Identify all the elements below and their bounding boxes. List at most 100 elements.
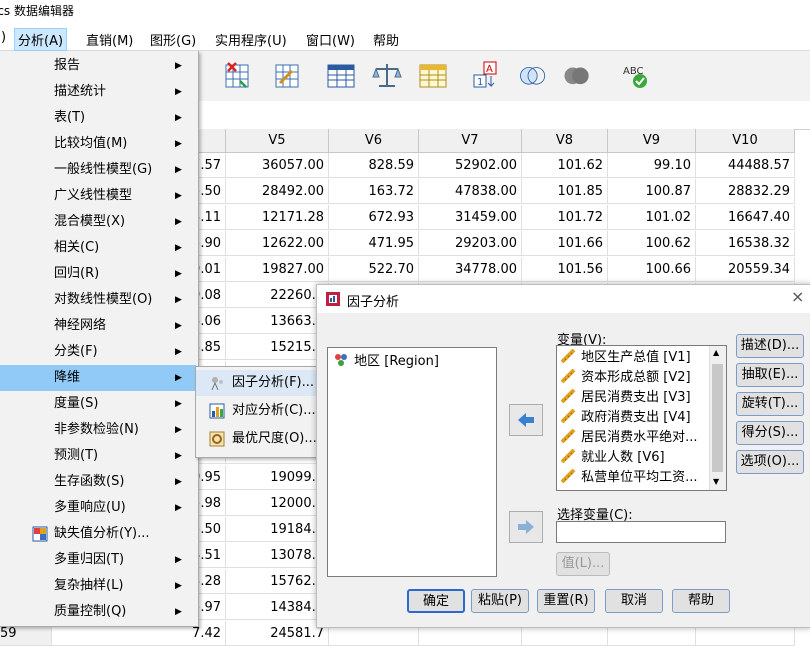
table-cell[interactable]: 19184.0 (226, 517, 329, 542)
table-cell[interactable]: 101.66 (522, 231, 608, 256)
analyze-menu-item[interactable]: 混合模型(X) ▶ (0, 209, 196, 235)
side-button[interactable]: 选项(O)... (736, 450, 804, 474)
split-file-icon[interactable] (418, 59, 448, 91)
analyze-menu-item[interactable]: 描述统计 ▶ (0, 79, 196, 105)
analyze-menu-item[interactable]: 表(T) ▶ (0, 105, 196, 131)
table-cell[interactable]: 14384.0 (226, 595, 329, 620)
column-header[interactable]: V6 (329, 129, 419, 153)
close-icon[interactable]: × (791, 287, 804, 306)
analyze-menu-item[interactable]: 预测(T) ▶ (0, 443, 196, 469)
analyze-menu-item[interactable]: 相关(C) ▶ (0, 235, 196, 261)
analysis-variable-item[interactable]: 地区生产总值 [V1] (560, 348, 691, 368)
table-cell[interactable]: 12171.28 (226, 205, 329, 230)
scroll-down-icon[interactable]: ▼ (713, 477, 719, 486)
table-cell[interactable]: 15215.0 (226, 335, 329, 360)
table-cell[interactable]: 16538.32 (696, 231, 795, 256)
analysis-variable-item[interactable]: 居民消费水平绝对... (560, 428, 698, 448)
analyze-menu-item[interactable]: 多重响应(U) ▶ (0, 495, 196, 521)
analysis-variable-item[interactable]: 居民消费支出 [V3] (560, 388, 691, 408)
analysis-variable-item[interactable]: 政府消费支出 [V4] (560, 408, 691, 428)
table-cell[interactable]: 36057.00 (226, 153, 329, 178)
analyze-menu-item[interactable]: 复杂抽样(L) ▶ (0, 573, 196, 599)
analyze-menu-item[interactable]: 分类(F) ▶ (0, 339, 196, 365)
table-cell[interactable]: 13663.0 (226, 309, 329, 334)
sort-variables-icon[interactable]: A 1 (470, 59, 500, 91)
table-cell[interactable]: 16647.40 (696, 205, 795, 230)
analyze-menu-item[interactable]: 降维 ▶ (0, 365, 196, 391)
table-cell[interactable]: 44488.57 (696, 153, 795, 178)
table-cell[interactable]: 13078.0 (226, 543, 329, 568)
analyze-menu-item[interactable]: 比较均值(M) ▶ (0, 131, 196, 157)
column-header[interactable]: V10 (696, 129, 795, 153)
menu-6[interactable]: 帮助 (370, 29, 402, 50)
menu-1[interactable]: 分析(A) (14, 28, 68, 51)
column-header[interactable]: V8 (522, 129, 608, 153)
select-cases-icon[interactable] (222, 59, 252, 91)
analyze-menu-item[interactable]: 缺失值分析(Y)... (0, 521, 196, 547)
selection-variable-field[interactable] (556, 521, 726, 543)
analyze-menu-item[interactable]: 质量控制(Q) ▶ (0, 599, 196, 625)
table-cell[interactable]: 15762.0 (226, 569, 329, 594)
table-cell[interactable]: 34778.00 (419, 257, 522, 282)
table-cell[interactable]: 52902.00 (419, 153, 522, 178)
venn-icon[interactable] (518, 59, 548, 91)
analyze-menu-item[interactable]: 多重归因(T) ▶ (0, 547, 196, 573)
analyze-menu-item[interactable]: 对数线性模型(O) ▶ (0, 287, 196, 313)
use-sets-icon[interactable] (562, 59, 592, 91)
table-cell[interactable]: 12000.0 (226, 491, 329, 516)
scale-icon[interactable] (372, 59, 402, 91)
table-cell[interactable]: 101.62 (522, 153, 608, 178)
column-header[interactable]: V7 (419, 129, 522, 153)
table-cell[interactable]: 28832.29 (696, 179, 795, 204)
analyze-menu-item[interactable]: 生存函数(S) ▶ (0, 469, 196, 495)
analysis-variable-item[interactable]: 私营单位平均工资... (560, 468, 698, 488)
weight-cases-icon[interactable] (272, 59, 302, 91)
analyze-menu-item[interactable]: 一般线性模型(G) ▶ (0, 157, 196, 183)
table-cell[interactable]: 24581.7 (226, 621, 329, 646)
side-button[interactable]: 旋转(T)... (736, 392, 804, 416)
column-header[interactable]: V9 (608, 129, 696, 153)
dialog-button-0[interactable]: 确定 (407, 589, 465, 613)
move-to-selection-button[interactable] (509, 511, 543, 543)
table-cell[interactable]: 101.02 (608, 205, 696, 230)
analyze-menu-item[interactable]: 广义线性模型 ▶ (0, 183, 196, 209)
table-cell[interactable]: 100.66 (608, 257, 696, 282)
table-cell[interactable]: 163.72 (329, 179, 419, 204)
menu-0[interactable]: ) (0, 29, 9, 46)
table-cell[interactable]: 19099.0 (226, 465, 329, 490)
table-cell[interactable]: 522.70 (329, 257, 419, 282)
table-cell[interactable]: 101.56 (522, 257, 608, 282)
side-button[interactable]: 描述(D)... (736, 334, 804, 358)
analysis-variable-item[interactable]: 就业人数 [V6] (560, 448, 665, 468)
table-cell[interactable]: 672.93 (329, 205, 419, 230)
dialog-button-2[interactable]: 重置(R) (537, 589, 595, 613)
side-button[interactable]: 抽取(E)... (736, 363, 804, 387)
analysis-variable-item[interactable]: 资本形成总额 [V2] (560, 368, 691, 388)
side-button[interactable]: 得分(S)... (736, 421, 804, 445)
table-cell[interactable]: 29203.00 (419, 231, 522, 256)
analyze-menu-item[interactable]: 回归(R) ▶ (0, 261, 196, 287)
analyze-menu-item[interactable]: 神经网络 ▶ (0, 313, 196, 339)
analyze-menu-item[interactable]: 度量(S) ▶ (0, 391, 196, 417)
table-cell[interactable]: 22260.0 (226, 283, 329, 308)
table-cell[interactable]: 31459.00 (419, 205, 522, 230)
table-cell[interactable]: 101.72 (522, 205, 608, 230)
table-cell[interactable]: 101.85 (522, 179, 608, 204)
spell-check-icon[interactable]: ABC (622, 59, 652, 91)
analysis-variable-list[interactable]: ▲ ▼ 地区生产总值 [V1] 资本形成总额 [V2] 居民消费支出 [V3] … (556, 345, 727, 491)
analyze-menu-item[interactable]: 非参数检验(N) ▶ (0, 417, 196, 443)
table-cell[interactable]: 20559.34 (696, 257, 795, 282)
table-cell[interactable]: 47838.00 (419, 179, 522, 204)
value-button[interactable]: 值(L)... (556, 552, 610, 576)
column-header[interactable]: V5 (226, 129, 329, 153)
scroll-up-icon[interactable]: ▲ (713, 348, 719, 357)
table-cell[interactable]: 100.87 (608, 179, 696, 204)
dialog-button-1[interactable]: 粘贴(P) (471, 589, 529, 613)
menu-4[interactable]: 实用程序(U) (212, 29, 290, 50)
menu-5[interactable]: 窗口(W) (303, 29, 358, 50)
scroll-thumb[interactable] (712, 364, 723, 472)
source-variable-list[interactable]: 地区 [Region] (327, 347, 497, 577)
table-cell[interactable]: 19827.00 (226, 257, 329, 282)
source-variable-item[interactable]: 地区 [Region] (332, 352, 439, 372)
table-cell[interactable]: 99.10 (608, 153, 696, 178)
